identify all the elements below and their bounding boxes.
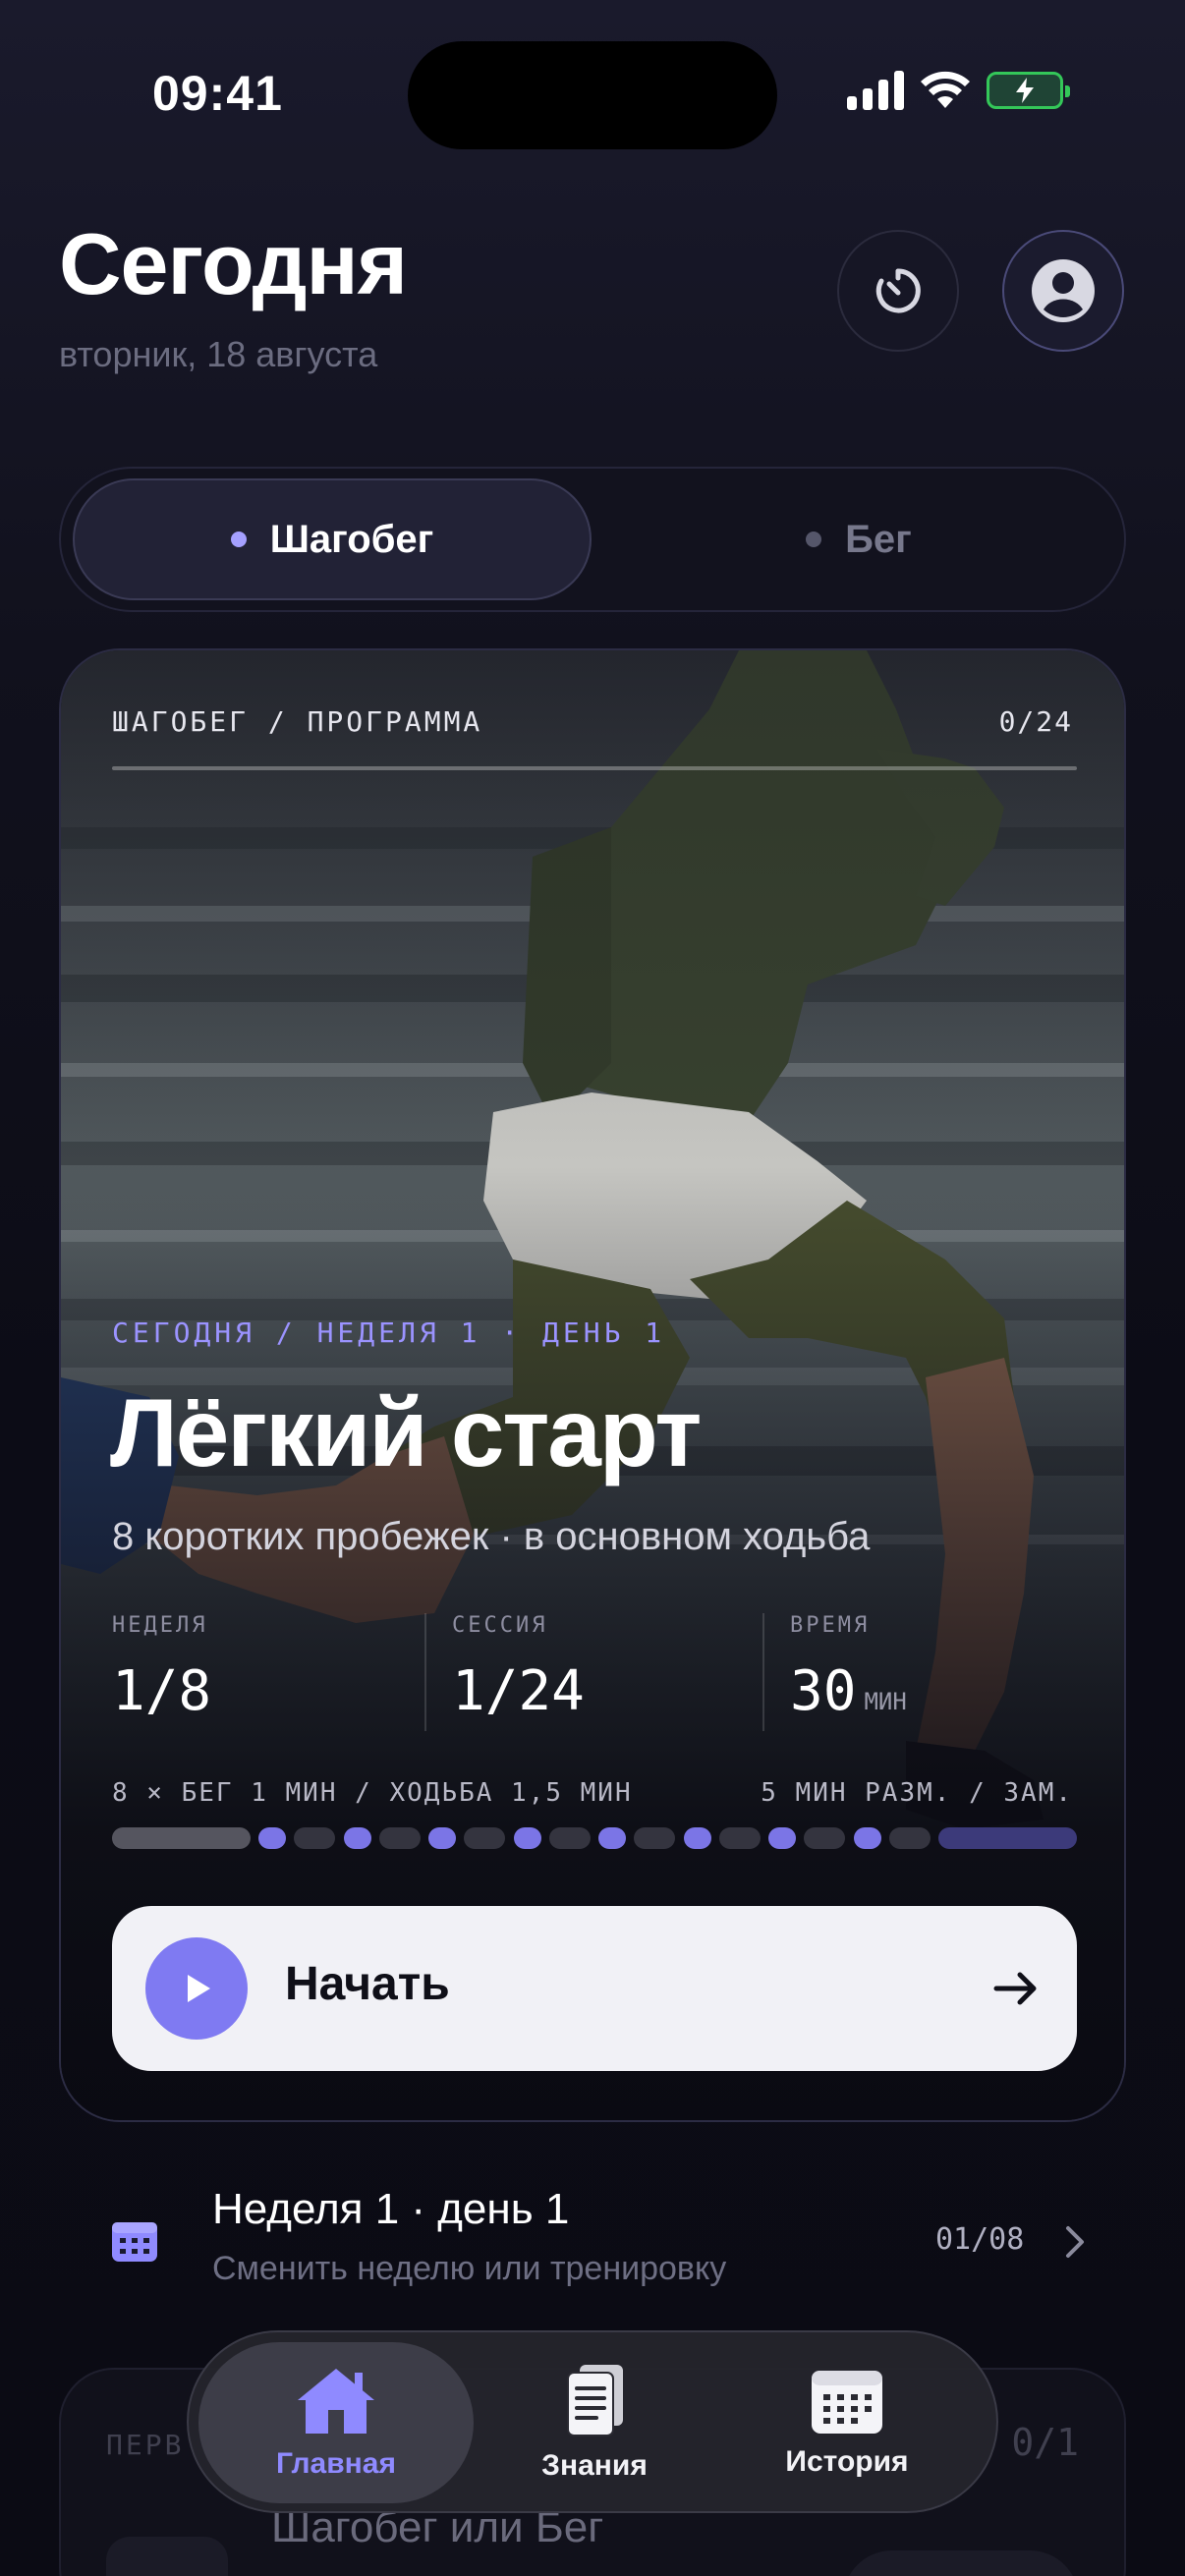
status-icons	[847, 71, 1070, 110]
active-dot	[230, 532, 247, 547]
plan-warmup: 5 МИН РАЗМ. / ЗАМ.	[761, 1778, 1073, 1808]
timer-button[interactable]	[837, 230, 959, 352]
battery-icon	[987, 72, 1070, 109]
home-icon	[298, 2369, 374, 2434]
stat-value-text: 1/8	[112, 1659, 212, 1723]
dynamic-island	[408, 41, 777, 149]
stat-divider	[424, 1613, 426, 1731]
segment-label: Бег	[845, 517, 912, 561]
secondary-card-label: ПЕРВ	[106, 2429, 185, 2461]
avatar-icon	[1032, 259, 1095, 322]
tab-home[interactable]: Главная	[198, 2342, 474, 2503]
segment-shagobeg[interactable]: Шагобег	[73, 478, 592, 600]
profile-button[interactable]	[1002, 230, 1124, 352]
page-date: вторник, 18 августа	[59, 334, 378, 374]
play-icon	[145, 1937, 248, 2040]
stat-value: 1/8	[112, 1659, 211, 1723]
interval-run	[258, 1827, 287, 1849]
interval-run	[768, 1827, 797, 1849]
interval-walk	[464, 1827, 506, 1849]
tab-knowledge[interactable]: Знания	[457, 2342, 732, 2503]
stat-key: СЕССИЯ	[452, 1613, 548, 1638]
chevron-right-icon	[1066, 2226, 1084, 2258]
inactive-dot	[806, 532, 822, 547]
interval-walk	[548, 1827, 591, 1849]
start-button[interactable]: Начать	[112, 1906, 1077, 2071]
stat-value-text: 1/24	[452, 1659, 585, 1723]
tab-label: Главная	[275, 2447, 396, 2480]
stat-value: 30 МИН	[790, 1659, 907, 1723]
workout-title: Лёгкий старт	[110, 1378, 702, 1486]
stat-value: 1/24	[452, 1659, 585, 1723]
interval-walk	[294, 1827, 336, 1849]
progress-track	[112, 766, 1077, 770]
interval-run	[853, 1827, 881, 1849]
stat-key: НЕДЕЛЯ	[112, 1613, 208, 1638]
document-icon	[567, 2365, 623, 2436]
plan-intervals: 8 × БЕГ 1 МИН / ХОДЬБА 1,5 МИН	[112, 1778, 633, 1808]
interval-walk	[804, 1827, 846, 1849]
interval-walk	[378, 1827, 421, 1849]
interval-walk	[718, 1827, 761, 1849]
segment-beg[interactable]: Бег	[599, 478, 1118, 600]
arrow-right-icon	[993, 1972, 1037, 2005]
tab-bar: Главная Знания История	[187, 2330, 998, 2513]
program-progress: 0/24	[998, 705, 1073, 738]
card-label: ШАГОБЕГ / ПРОГРАММА	[112, 705, 483, 738]
interval-run	[428, 1827, 457, 1849]
secondary-card-button[interactable]	[843, 2550, 1079, 2576]
secondary-card-count: 0/1	[1011, 2421, 1079, 2464]
interval-run	[343, 1827, 371, 1849]
today-label: СЕГОДНЯ / НЕДЕЛЯ 1 · ДЕНЬ 1	[112, 1316, 666, 1349]
start-label: Начать	[285, 1958, 450, 2010]
page-title: Сегодня	[59, 215, 408, 312]
wifi-icon	[921, 71, 970, 108]
status-time: 09:41	[152, 66, 283, 121]
interval-run	[598, 1827, 627, 1849]
tab-label: История	[785, 2445, 909, 2478]
interval-cool	[938, 1827, 1077, 1849]
cellular-signal-icon	[847, 71, 904, 110]
stat-time: ВРЕМЯ 30 МИН	[790, 1613, 907, 1741]
interval-run	[513, 1827, 541, 1849]
tab-label: Знания	[541, 2449, 648, 2482]
calendar-icon	[812, 2371, 882, 2434]
program-card[interactable]: ШАГОБЕГ / ПРОГРАММА 0/24 СЕГОДНЯ / НЕДЕЛ…	[59, 648, 1126, 2122]
interval-run	[683, 1827, 711, 1849]
week-title: Неделя 1 · день 1	[212, 2185, 570, 2233]
segment-label: Шагобег	[269, 517, 434, 561]
stat-divider	[762, 1613, 764, 1731]
stat-session: СЕССИЯ 1/24	[452, 1613, 585, 1741]
interval-walk	[634, 1827, 676, 1849]
stat-week: НЕДЕЛЯ 1/8	[112, 1613, 211, 1741]
timer-icon	[875, 268, 921, 313]
stat-key: ВРЕМЯ	[790, 1613, 871, 1638]
interval-timeline	[112, 1827, 1077, 1849]
stat-unit: МИН	[864, 1688, 907, 1715]
mode-switcher: Шагобег Бег	[59, 467, 1126, 612]
secondary-card-icon	[106, 2537, 228, 2576]
workout-subtitle: 8 коротких пробежек · в основном ходьба	[112, 1515, 871, 1558]
week-selector-row[interactable]: Неделя 1 · день 1 Сменить неделю или тре…	[59, 2171, 1126, 2309]
week-count: 01/08	[935, 2222, 1025, 2257]
tab-history[interactable]: История	[709, 2342, 985, 2503]
calendar-icon	[112, 2222, 157, 2262]
interval-warm	[112, 1827, 251, 1849]
week-subtitle: Сменить неделю или тренировку	[212, 2250, 727, 2287]
stat-value-text: 30	[790, 1659, 857, 1723]
interval-walk	[888, 1827, 931, 1849]
